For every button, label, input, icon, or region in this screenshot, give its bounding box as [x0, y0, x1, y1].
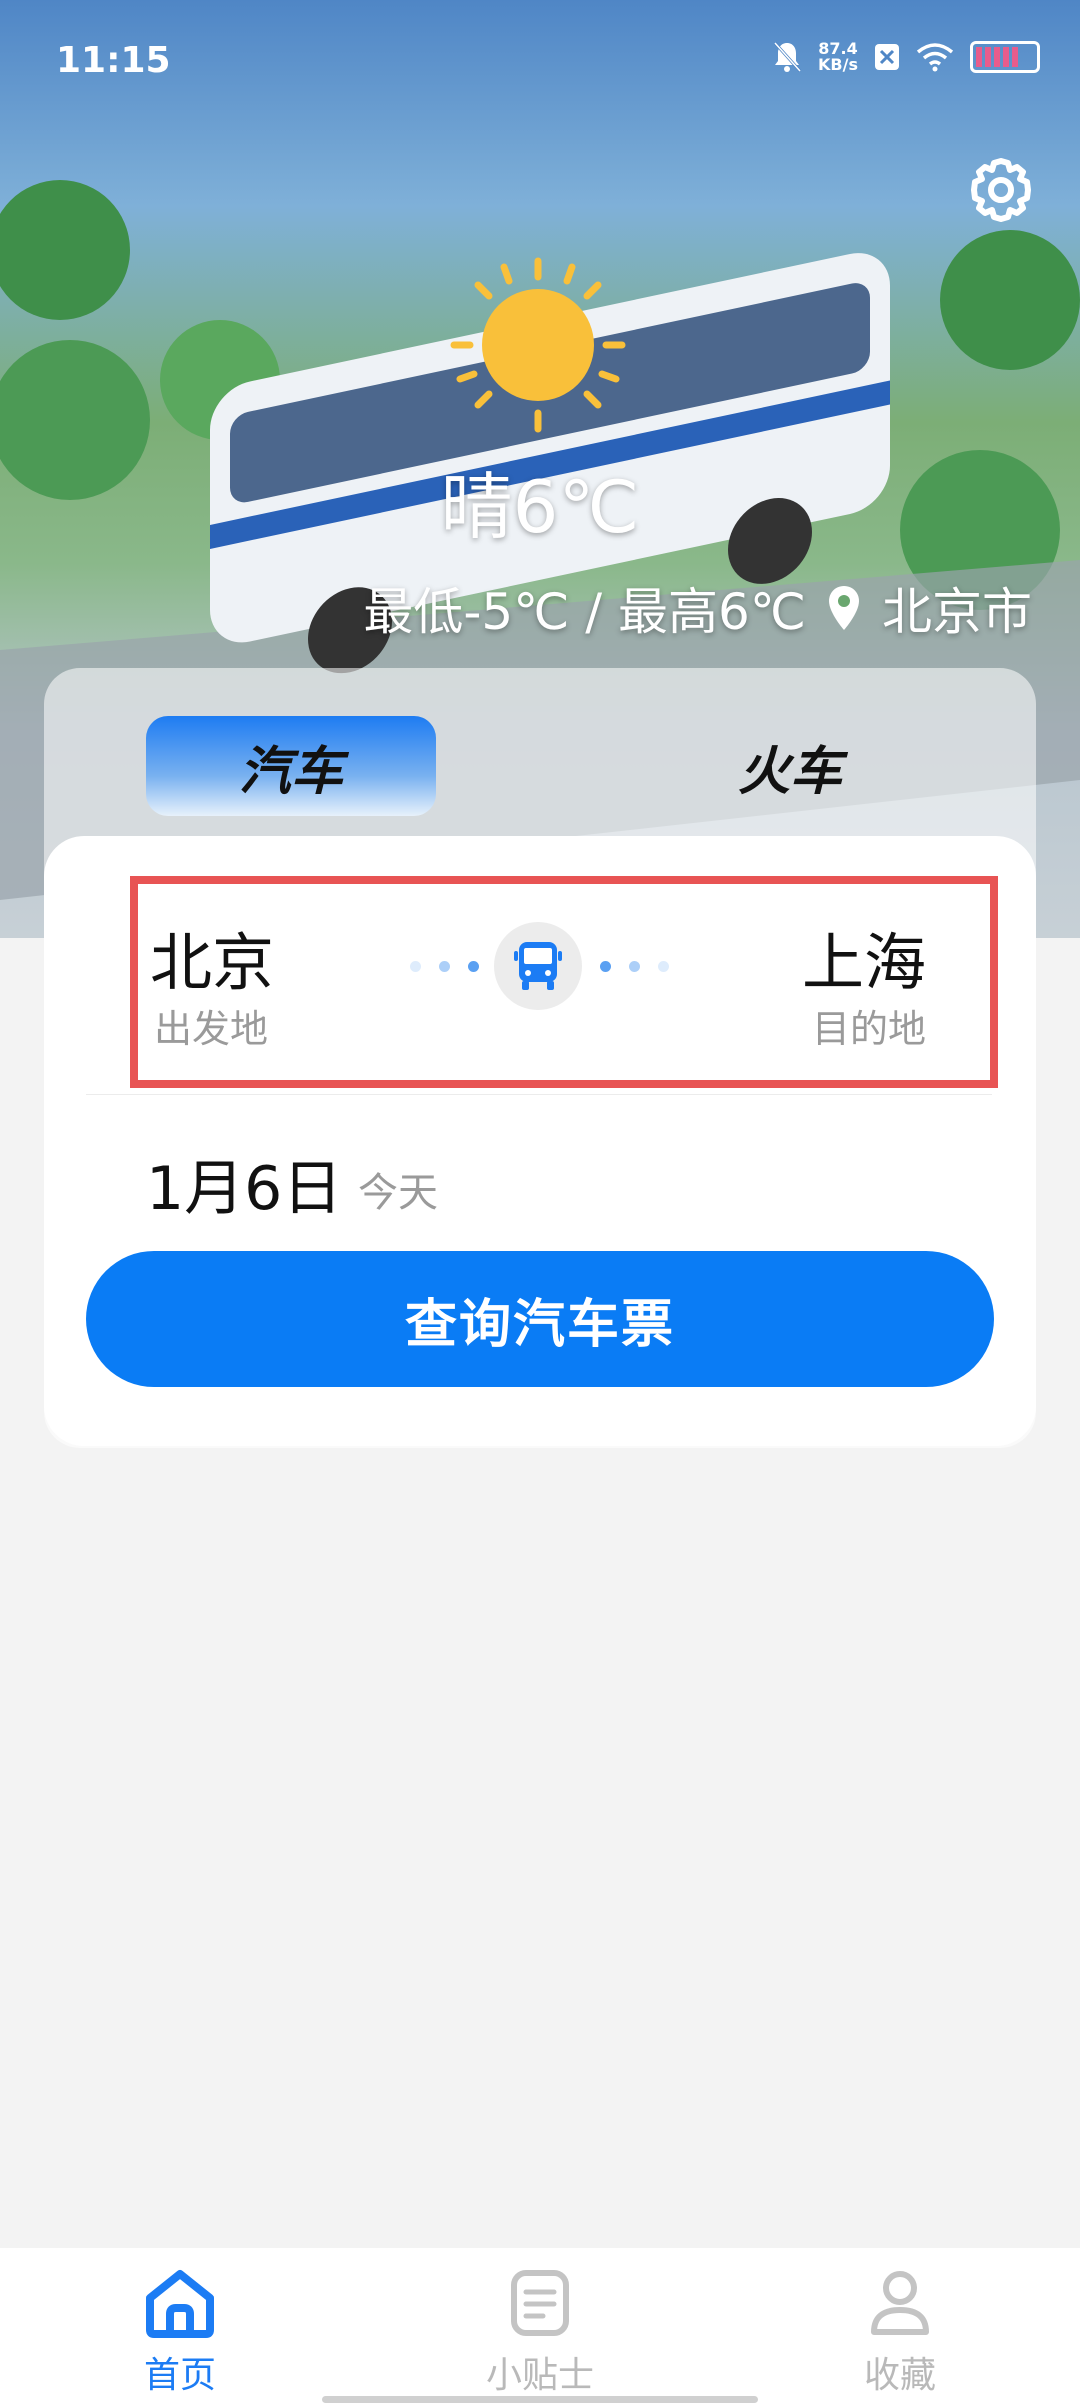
swap-route-button[interactable]: [494, 922, 582, 1010]
location-pin-icon: [829, 586, 859, 630]
route-dots-right: [600, 961, 669, 972]
nav-tips[interactable]: 小贴士: [440, 2268, 640, 2398]
status-time: 11:15: [56, 40, 171, 81]
battery-icon: [970, 41, 1040, 73]
location-city[interactable]: 北京市: [882, 572, 1032, 644]
departure-label: 出发地: [154, 1007, 269, 1051]
notes-icon: [511, 2270, 569, 2336]
tab-bus[interactable]: 汽车: [146, 716, 436, 816]
destination-city[interactable]: 上海: [802, 912, 926, 1002]
temperature-range: 最低-5℃ / 最高6℃: [363, 583, 806, 641]
status-bar: 11:15 87.4 KB/s: [0, 0, 1080, 120]
user-icon: [871, 2271, 929, 2335]
home-icon: [146, 2270, 214, 2338]
nav-home-label: 首页: [143, 2355, 216, 2396]
destination-label: 目的地: [811, 1007, 926, 1051]
bus-icon: [514, 942, 562, 990]
weather-range-row: 最低-5℃ / 最高6℃ 北京市: [363, 572, 1032, 644]
nav-favorites-label: 收藏: [863, 2355, 936, 2396]
nav-tips-label: 小贴士: [485, 2355, 594, 2396]
close-box-icon: [875, 44, 899, 70]
status-icons: 87.4 KB/s: [772, 40, 1040, 74]
weather-temperature: 晴6℃: [440, 465, 640, 549]
divider: [86, 1094, 992, 1095]
home-indicator[interactable]: [322, 2396, 758, 2403]
gear-icon[interactable]: [966, 155, 1036, 225]
travel-date[interactable]: 1月6日: [146, 1140, 342, 1227]
route-dots-left: [410, 961, 479, 972]
sun-icon: [450, 257, 626, 433]
tab-train[interactable]: 火车: [645, 716, 935, 816]
departure-city[interactable]: 北京: [150, 912, 274, 1002]
travel-date-label: 今天: [358, 1170, 438, 1216]
net-speed: 87.4 KB/s: [818, 41, 858, 73]
nav-favorites[interactable]: 收藏: [800, 2268, 1000, 2398]
search-tickets-button[interactable]: 查询汽车票: [86, 1251, 994, 1387]
wifi-icon: [916, 43, 954, 72]
bell-off-icon: [773, 42, 802, 72]
net-speed-unit: KB/s: [818, 55, 858, 74]
nav-home[interactable]: 首页: [80, 2268, 280, 2398]
